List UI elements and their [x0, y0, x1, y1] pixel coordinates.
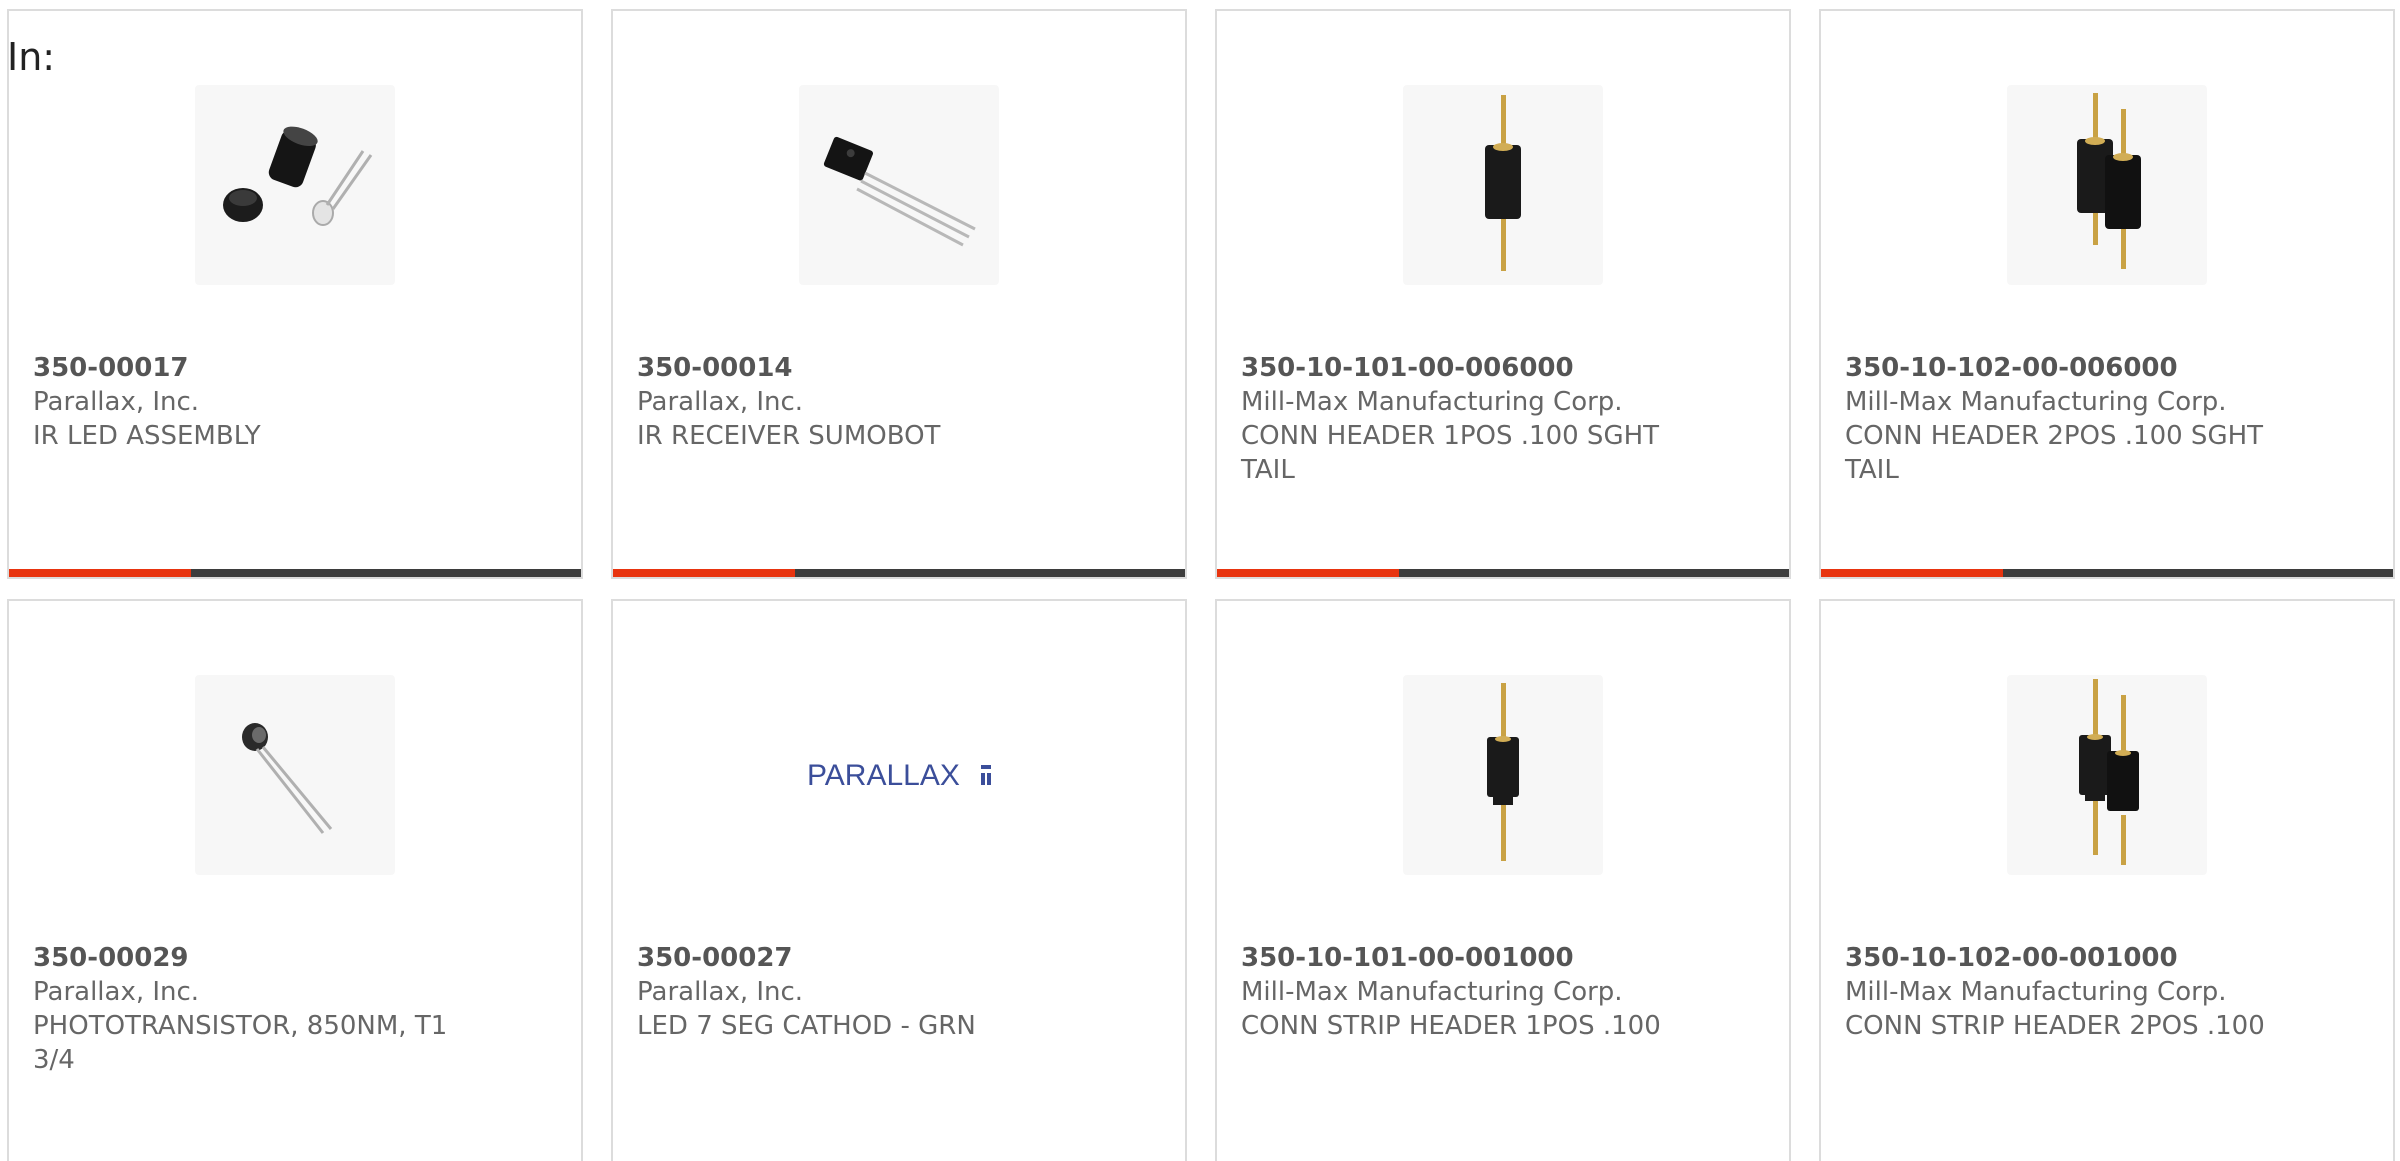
product-description: CONN STRIP HEADER 1POS .100	[1241, 1011, 1661, 1041]
product-image[interactable]: PARALLAX	[799, 675, 999, 875]
manufacturer-name: Parallax, Inc.	[637, 977, 804, 1007]
product-card[interactable]: 350-00014 Parallax, Inc. IR RECEIVER SUM…	[611, 9, 1187, 579]
strip-header-2pos-icon	[2079, 679, 2139, 865]
product-info: 350-10-101-00-006000 Mill-Max Manufactur…	[1241, 351, 1671, 487]
part-number-link[interactable]: 350-10-101-00-001000	[1241, 941, 1671, 975]
svg-text:PARALLAX: PARALLAX	[807, 759, 960, 792]
product-info: 350-10-102-00-006000 Mill-Max Manufactur…	[1845, 351, 2275, 487]
product-image[interactable]	[1403, 85, 1603, 285]
product-card[interactable]: 350-00029 Parallax, Inc. PHOTOTRANSISTOR…	[7, 599, 583, 1161]
product-card[interactable]: 350-00017 Parallax, Inc. IR LED ASSEMBLY	[7, 9, 583, 579]
manufacturer-name: Mill-Max Manufacturing Corp.	[1241, 977, 1623, 1007]
card-footer-bar	[9, 569, 581, 577]
card-footer-bar	[1821, 569, 2393, 577]
product-info: 350-00017 Parallax, Inc. IR LED ASSEMBLY	[33, 351, 463, 453]
card-footer-bar	[1217, 569, 1789, 577]
product-image[interactable]	[2007, 675, 2207, 875]
product-image[interactable]	[195, 675, 395, 875]
product-image[interactable]	[1403, 675, 1603, 875]
strip-header-1pos-icon	[1487, 683, 1519, 861]
part-number-link[interactable]: 350-10-102-00-006000	[1845, 351, 2275, 385]
card-footer-bar	[613, 569, 1185, 577]
product-card[interactable]: 350-10-101-00-001000 Mill-Max Manufactur…	[1215, 599, 1791, 1161]
product-info: 350-00014 Parallax, Inc. IR RECEIVER SUM…	[637, 351, 1067, 453]
manufacturer-name: Parallax, Inc.	[33, 387, 200, 417]
product-description: CONN STRIP HEADER 2POS .100	[1845, 1011, 2265, 1041]
parallax-logo-icon: PARALLAX	[807, 759, 991, 792]
manufacturer-name: Mill-Max Manufacturing Corp.	[1845, 977, 2227, 1007]
product-image[interactable]	[2007, 85, 2207, 285]
card-accent-bar	[613, 569, 795, 577]
product-info: 350-00027 Parallax, Inc. LED 7 SEG CATHO…	[637, 941, 1067, 1043]
card-accent-bar	[1821, 569, 2003, 577]
part-number-link[interactable]: 350-00029	[33, 941, 463, 975]
part-number-link[interactable]: 350-10-102-00-001000	[1845, 941, 2275, 975]
part-number-link[interactable]: 350-00027	[637, 941, 1067, 975]
ir-led-assembly-icon	[223, 126, 373, 226]
product-description: CONN HEADER 2POS .100 SGHT TAIL	[1845, 421, 2264, 485]
part-number-link[interactable]: 350-00017	[33, 351, 463, 385]
header-2pos-icon	[2077, 93, 2141, 269]
product-card[interactable]: PARALLAX 350-00027 Parallax, Inc. LED 7 …	[611, 599, 1187, 1161]
product-description: IR RECEIVER SUMOBOT	[637, 421, 941, 451]
header-1pos-icon	[1485, 95, 1521, 271]
ir-receiver-icon	[823, 136, 976, 247]
product-card[interactable]: 350-10-102-00-006000 Mill-Max Manufactur…	[1819, 9, 2395, 579]
product-description: LED 7 SEG CATHOD - GRN	[637, 1011, 976, 1041]
product-info: 350-10-101-00-001000 Mill-Max Manufactur…	[1241, 941, 1671, 1043]
product-description: IR LED ASSEMBLY	[33, 421, 261, 451]
part-number-link[interactable]: 350-10-101-00-006000	[1241, 351, 1671, 385]
product-image[interactable]	[799, 85, 999, 285]
manufacturer-name: Parallax, Inc.	[637, 387, 804, 417]
filter-in-label: In:	[7, 35, 56, 79]
product-grid-page: In: 350-00017 Parallax, Inc. IR LED ASSE…	[0, 0, 2400, 1161]
product-image[interactable]	[195, 85, 395, 285]
product-description: PHOTOTRANSISTOR, 850NM, T1 3/4	[33, 1011, 448, 1075]
product-card[interactable]: 350-10-102-00-001000 Mill-Max Manufactur…	[1819, 599, 2395, 1161]
manufacturer-name: Parallax, Inc.	[33, 977, 200, 1007]
manufacturer-name: Mill-Max Manufacturing Corp.	[1845, 387, 2227, 417]
card-accent-bar	[9, 569, 191, 577]
card-accent-bar	[1217, 569, 1399, 577]
product-description: CONN HEADER 1POS .100 SGHT TAIL	[1241, 421, 1660, 485]
part-number-link[interactable]: 350-00014	[637, 351, 1067, 385]
product-card[interactable]: 350-10-101-00-006000 Mill-Max Manufactur…	[1215, 9, 1791, 579]
manufacturer-name: Mill-Max Manufacturing Corp.	[1241, 387, 1623, 417]
phototransistor-icon	[242, 723, 333, 834]
product-info: 350-00029 Parallax, Inc. PHOTOTRANSISTOR…	[33, 941, 463, 1077]
product-info: 350-10-102-00-001000 Mill-Max Manufactur…	[1845, 941, 2275, 1043]
